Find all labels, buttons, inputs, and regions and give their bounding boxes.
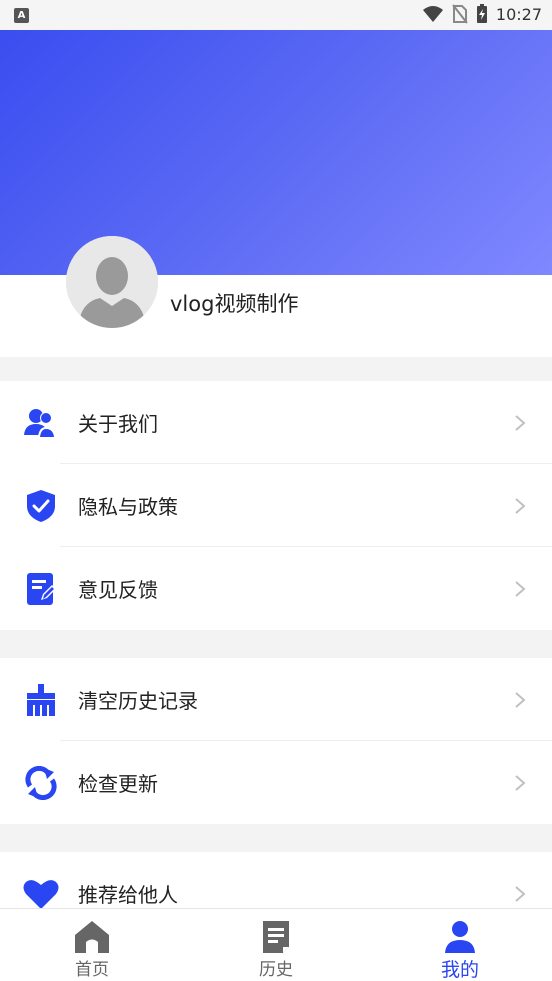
status-icons: 10:27 (422, 4, 542, 24)
shield-check-icon (22, 487, 60, 525)
menu-group-general: 关于我们 隐私与政策 意见反馈 (0, 381, 552, 630)
home-icon (72, 917, 112, 957)
menu-item-label: 关于我们 (78, 412, 158, 436)
refresh-icon (22, 764, 60, 802)
status-bar: A 10:27 (0, 0, 552, 30)
chevron-right-icon (515, 885, 526, 902)
tab-label: 历史 (259, 960, 293, 980)
menu-item-label: 清空历史记录 (78, 689, 198, 713)
about-us-icon (22, 404, 60, 442)
chevron-right-icon (515, 774, 526, 791)
tab-label: 我的 (440, 959, 479, 981)
menu-item-label: 推荐给他人 (78, 883, 178, 907)
chevron-right-icon (515, 497, 526, 514)
broom-icon (22, 681, 60, 719)
chevron-right-icon (515, 414, 526, 431)
battery-charging-icon (476, 4, 487, 23)
chevron-right-icon (515, 691, 526, 708)
menu-item-about-us[interactable]: 关于我们 (0, 381, 552, 464)
heart-icon (22, 875, 60, 913)
menu-item-feedback[interactable]: 意见反馈 (0, 547, 552, 630)
menu-item-privacy-policy[interactable]: 隐私与政策 (0, 464, 552, 547)
menu-item-label: 意见反馈 (78, 578, 158, 602)
menu-item-check-update[interactable]: 检查更新 (0, 741, 552, 824)
menu-item-label: 隐私与政策 (78, 495, 178, 519)
status-time: 10:27 (495, 4, 542, 24)
tab-home[interactable]: 首页 (37, 909, 147, 981)
default-avatar-icon (66, 236, 158, 328)
profile-header-banner (0, 30, 552, 275)
tab-mine[interactable]: 我的 (405, 909, 515, 981)
avatar[interactable] (66, 236, 158, 328)
user-icon (440, 917, 480, 957)
chevron-right-icon (515, 580, 526, 597)
no-sim-icon (452, 4, 468, 24)
feedback-edit-icon (22, 570, 60, 608)
menu-item-clear-history[interactable]: 清空历史记录 (0, 658, 552, 741)
bottom-tab-bar: 首页 历史 我的 (0, 908, 552, 981)
tab-history[interactable]: 历史 (221, 909, 331, 981)
notification-a-icon: A (14, 8, 29, 23)
menu-group-tools: 清空历史记录 检查更新 (0, 658, 552, 824)
wifi-icon (422, 6, 443, 22)
app-name: vlog视频制作 (170, 292, 299, 316)
tab-label: 首页 (75, 960, 109, 980)
document-icon (256, 917, 296, 957)
menu-item-label: 检查更新 (78, 772, 158, 796)
